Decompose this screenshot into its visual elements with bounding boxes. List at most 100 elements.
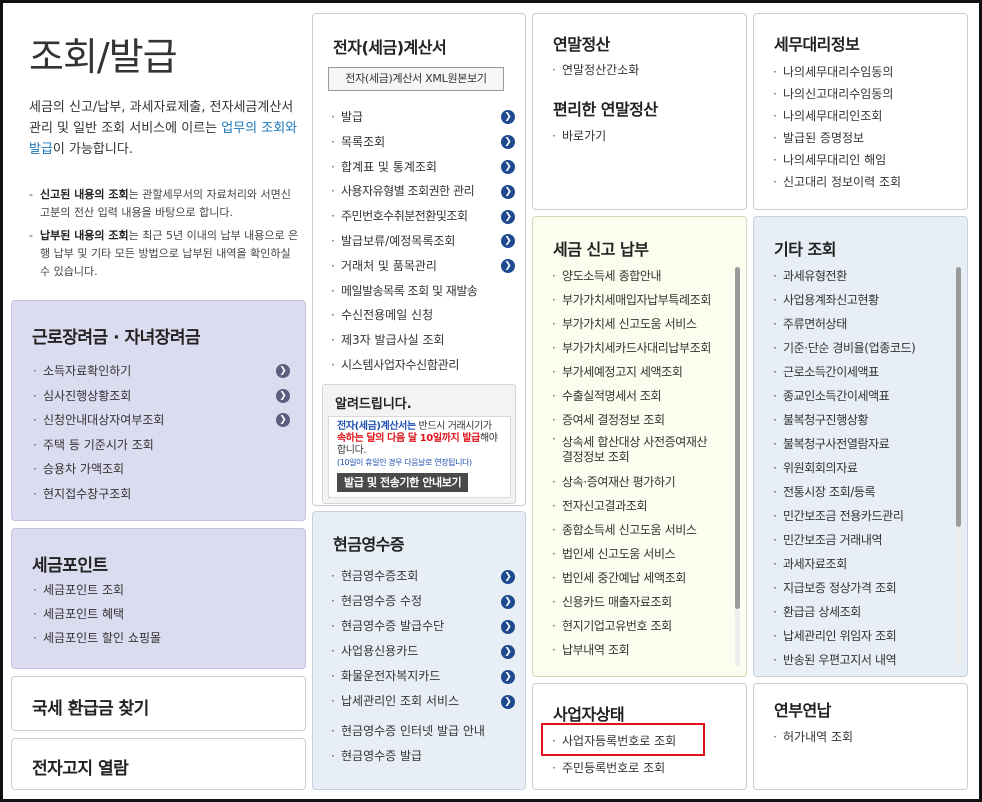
other-returned-notice[interactable]: 반송된 우편고지서 내역 [772, 648, 954, 672]
refund-finder-label: 국세 환급금 찾기 [32, 699, 149, 719]
agent-filing-consent[interactable]: 나의신고대리수임동의 [772, 83, 901, 105]
other-subsidy-transactions[interactable]: 민간보조금 거래내역 [772, 528, 954, 552]
cash-receipt-means[interactable]: 현금영수증 발급수단❯ [330, 614, 515, 639]
filing-corp-help[interactable]: 법인세 신고도움 서비스 [551, 542, 733, 566]
lookup-by-resident-number[interactable]: 주민등록번호로 조회 [551, 757, 676, 780]
e-invoice-permission[interactable]: 사용자유형별 조회권한 관리❯ [330, 179, 515, 204]
filing-export-record[interactable]: 수출실적명세서 조회 [551, 384, 733, 408]
arrow-right-icon: ❯ [501, 159, 515, 174]
labor-incentive-panel: 근로장려금 · 자녀장려금 소득자료확인하기❯ 심사진행상황조회❯ 신청안내대상… [11, 300, 306, 521]
arrow-right-icon: ❯ [501, 259, 515, 274]
e-invoice-mail-list[interactable]: 메일발송목록 조회 및 재발송 [330, 279, 515, 304]
easy-year-end-shortcut[interactable]: 바로가기 [551, 126, 606, 146]
agent-tax-consent[interactable]: 나의세무대리수임동의 [772, 61, 901, 83]
cash-receipt-lookup[interactable]: 현금영수증조회❯ [330, 564, 515, 589]
business-status-title: 사업자상태 [553, 705, 625, 724]
business-credit-card[interactable]: 사업용신용카드❯ [330, 639, 515, 664]
e-notice-label: 전자고지 열람 [32, 759, 129, 779]
year-end-list: 연말정산간소화 [551, 60, 639, 80]
e-invoice-list-lookup[interactable]: 목록조회❯ [330, 130, 515, 155]
other-subsidy-card[interactable]: 민간보조금 전용카드관리 [772, 504, 954, 528]
filing-corp-interim[interactable]: 법인세 중간예납 세액조회 [551, 566, 733, 590]
freight-driver-card[interactable]: 화물운전자복지카드❯ [330, 664, 515, 689]
lookup-by-business-number[interactable]: 사업자등록번호로 조회 [551, 730, 676, 753]
agent-issued-cert[interactable]: 발급된 증명정보 [772, 127, 901, 149]
tax-filing-scrollbar[interactable] [735, 267, 740, 667]
other-labor-tax-table[interactable]: 근로소득간이세액표 [772, 360, 954, 384]
tax-filing-title: 세금 신고 납부 [553, 240, 649, 259]
filing-e-result[interactable]: 전자신고결과조회 [551, 494, 733, 518]
filing-transfer-guide[interactable]: 양도소득세 종합안내 [551, 264, 733, 288]
labor-item-car-value[interactable]: 승용차 가액조회 [32, 457, 290, 482]
filing-vat-card-proxy[interactable]: 부가가치세카드사대리납부조회 [551, 336, 733, 360]
labor-item-counter[interactable]: 현지접수창구조회 [32, 482, 290, 507]
filing-vat-purchaser[interactable]: 부가가치세매입자납부특례조회 [551, 288, 733, 312]
e-invoice-issue[interactable]: 발급❯ [330, 105, 515, 130]
year-end-simplified[interactable]: 연말정산간소화 [551, 60, 639, 80]
labor-item-income-data[interactable]: 소득자료확인하기❯ [32, 359, 290, 384]
agent-history[interactable]: 신고대리 정보이력 조회 [772, 171, 901, 193]
installment-title: 연부연납 [774, 701, 831, 720]
other-liquor-license[interactable]: 주류면허상태 [772, 312, 954, 336]
filing-card-sales[interactable]: 신용카드 매출자료조회 [551, 590, 733, 614]
filing-vat-prenotice[interactable]: 부가세예정고지 세액조회 [551, 360, 733, 384]
other-business-account[interactable]: 사업용계좌신고현황 [772, 288, 954, 312]
filing-payment-history[interactable]: 납부내역 조회 [551, 638, 733, 662]
tax-manager-lookup[interactable]: 납세관리인 조회 서비스❯ [330, 689, 515, 714]
year-end-title: 연말정산 [553, 35, 610, 54]
tax-agent-panel: 세무대리정보 나의세무대리수임동의 나의신고대리수임동의 나의세무대리인조회 발… [753, 13, 968, 210]
other-lookup-scrollbar[interactable] [956, 267, 961, 667]
refund-finder-button[interactable]: 국세 환급금 찾기 [11, 676, 306, 731]
tax-point-benefit[interactable]: 세금포인트 혜택 [32, 602, 290, 626]
e-invoice-resident-no[interactable]: 주민번호수취분전환및조회❯ [330, 204, 515, 229]
deadline-guide-button[interactable]: 발급 및 전송기한 안내보기 [337, 473, 469, 492]
other-market-register[interactable]: 전통시장 조회/등록 [772, 480, 954, 504]
other-lookup-panel: 기타 조회 과세유형전환 사업용계좌신고현황 주류면허상태 기준·단순 경비율(… [753, 216, 968, 677]
e-invoice-third-party[interactable]: 제3자 발급사실 조회 [330, 328, 515, 353]
other-refund-detail[interactable]: 환급금 상세조회 [772, 600, 954, 624]
tax-point-panel: 세금포인트 세금포인트 조회 세금포인트 혜택 세금포인트 할인 쇼핑몰 [11, 528, 306, 669]
cash-receipt-issue[interactable]: 현금영수증 발급 [330, 744, 515, 769]
intro-description: 세금의 신고/납부, 과세자료제출, 전자세금계산서 관리 및 일반 조회 서비… [29, 100, 298, 157]
other-appeal-status[interactable]: 불복청구진행상황 [772, 408, 954, 432]
labor-item-eligibility[interactable]: 신청안내대상자여부조회❯ [32, 408, 290, 433]
xml-view-button[interactable]: 전자(세금)계산서 XML원본보기 [328, 67, 504, 91]
other-religious-tax-table[interactable]: 종교인소득간이세액표 [772, 384, 954, 408]
agent-dismiss[interactable]: 나의세무대리인 해임 [772, 149, 901, 171]
filing-inheritance-pregift[interactable]: 상속세 합산대상 사전증여재산결정정보 조회 [551, 432, 733, 470]
filing-gift-decision[interactable]: 증여세 결정정보 조회 [551, 408, 733, 432]
arrow-right-icon: ❯ [501, 135, 515, 150]
tax-agent-title: 세무대리정보 [774, 35, 860, 54]
other-delegator-lookup[interactable]: 납세관리인 위임자 조회 [772, 624, 954, 648]
e-invoice-partners[interactable]: 거래처 및 품목관리❯ [330, 254, 515, 279]
agent-lookup[interactable]: 나의세무대리인조회 [772, 105, 901, 127]
filing-asset-valuation[interactable]: 상속·증여재산 평가하기 [551, 470, 733, 494]
filing-local-corp-id[interactable]: 현지기업고유번호 조회 [551, 614, 733, 638]
other-expense-rate[interactable]: 기준·단순 경비율(업종코드) [772, 336, 954, 360]
e-invoice-mail-apply[interactable]: 수신전용메일 신청 [330, 303, 515, 328]
other-appeal-preview[interactable]: 불복청구사전열람자료 [772, 432, 954, 456]
e-invoice-pending[interactable]: 발급보류/예정목록조회❯ [330, 229, 515, 254]
tax-point-title: 세금포인트 [32, 556, 108, 576]
tax-point-lookup[interactable]: 세금포인트 조회 [32, 578, 290, 602]
other-lookup-scroll-thumb[interactable] [956, 267, 961, 527]
filing-income-help[interactable]: 종합소득세 신고도움 서비스 [551, 518, 733, 542]
other-type-change[interactable]: 과세유형전환 [772, 264, 954, 288]
e-invoice-summary[interactable]: 합계표 및 통계조회❯ [330, 155, 515, 180]
permit-history-lookup[interactable]: 허가내역 조회 [772, 727, 853, 747]
tax-filing-scroll-thumb[interactable] [735, 267, 740, 609]
labor-item-house-price[interactable]: 주택 등 기준시가 조회 [32, 433, 290, 458]
other-tax-data[interactable]: 과세자료조회 [772, 552, 954, 576]
arrow-right-icon: ❯ [501, 694, 515, 709]
e-invoice-title: 전자(세금)계산서 [333, 38, 447, 57]
tax-point-mall[interactable]: 세금포인트 할인 쇼핑몰 [32, 626, 290, 650]
cash-receipt-edit[interactable]: 현금영수증 수정❯ [330, 589, 515, 614]
arrow-right-icon: ❯ [501, 669, 515, 684]
other-guarantee-price[interactable]: 지급보증 정상가격 조회 [772, 576, 954, 600]
e-invoice-inbox[interactable]: 시스템사업자수신함관리 [330, 353, 515, 378]
other-committee-docs[interactable]: 위원회회의자료 [772, 456, 954, 480]
cash-receipt-internet-guide[interactable]: 현금영수증 인터넷 발급 안내 [330, 719, 515, 744]
labor-item-review-status[interactable]: 심사진행상황조회❯ [32, 384, 290, 409]
e-notice-button[interactable]: 전자고지 열람 [11, 738, 306, 790]
filing-vat-help[interactable]: 부가가치세 신고도움 서비스 [551, 312, 733, 336]
